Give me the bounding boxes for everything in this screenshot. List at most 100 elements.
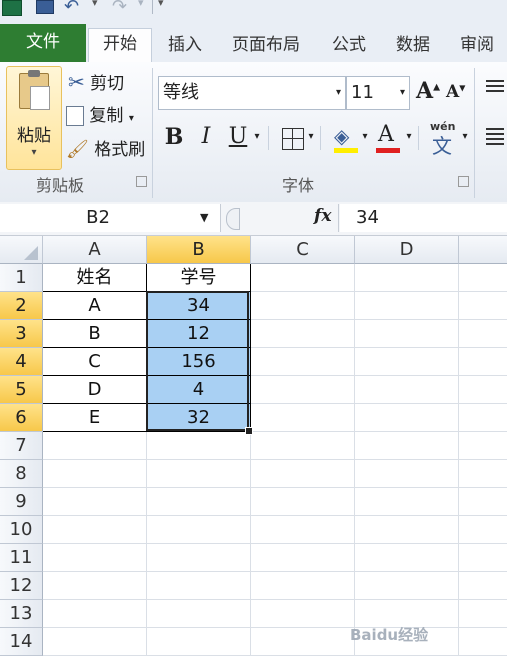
cell-a3[interactable]: B (43, 320, 147, 348)
cell-e11[interactable] (459, 544, 507, 572)
row-header-14[interactable]: 14 (0, 628, 43, 656)
cell-a8[interactable] (43, 460, 147, 488)
font-launcher-icon[interactable] (458, 176, 469, 187)
cell-e7[interactable] (459, 432, 507, 460)
cell-e12[interactable] (459, 572, 507, 600)
column-header-a[interactable]: A (43, 236, 147, 264)
cell-a13[interactable] (43, 600, 147, 628)
customize-qat-icon[interactable]: ▾ (158, 0, 164, 9)
cell-a4[interactable]: C (43, 348, 147, 376)
cell-d1[interactable] (355, 264, 459, 292)
bold-button[interactable]: B (162, 120, 186, 154)
cell-d4[interactable] (355, 348, 459, 376)
italic-button[interactable]: I (194, 120, 218, 154)
borders-icon[interactable] (282, 128, 304, 150)
redo-dropdown-icon[interactable]: ▾ (138, 0, 144, 9)
phonetic-dropdown-icon[interactable]: ▾ (460, 120, 470, 154)
fill-color-icon[interactable]: ◈ (334, 124, 349, 148)
cell-b2[interactable]: 34 (147, 292, 251, 320)
cell-b6[interactable]: 32 (147, 404, 251, 432)
row-header-11[interactable]: 11 (0, 544, 43, 572)
name-box-dropdown-icon[interactable]: ▼ (200, 204, 208, 232)
cell-c6[interactable] (251, 404, 355, 432)
select-all-corner[interactable] (0, 236, 43, 264)
chevron-down-icon[interactable]: ▾ (400, 77, 405, 109)
cell-e10[interactable] (459, 516, 507, 544)
name-box[interactable]: B2 ▼ (0, 204, 221, 232)
formula-input[interactable]: 34 (340, 204, 507, 232)
cell-d10[interactable] (355, 516, 459, 544)
clipboard-launcher-icon[interactable] (136, 176, 147, 187)
cell-a14[interactable] (43, 628, 147, 656)
cell-e4[interactable] (459, 348, 507, 376)
font-color-dropdown-icon[interactable]: ▾ (404, 120, 414, 154)
cell-a12[interactable] (43, 572, 147, 600)
row-header-8[interactable]: 8 (0, 460, 43, 488)
cell-b12[interactable] (147, 572, 251, 600)
cell-a6[interactable]: E (43, 404, 147, 432)
cut-button[interactable]: ✂ 剪切 (68, 68, 124, 96)
cell-a7[interactable] (43, 432, 147, 460)
row-header-4[interactable]: 4 (0, 348, 43, 376)
tab-formulas[interactable]: 公式 (324, 30, 374, 62)
tab-insert[interactable]: 插入 (160, 30, 210, 62)
format-painter-button[interactable]: 🖌 格式刷 (66, 136, 145, 164)
cell-c5[interactable] (251, 376, 355, 404)
cell-d7[interactable] (355, 432, 459, 460)
cell-c14[interactable] (251, 628, 355, 656)
cell-a10[interactable] (43, 516, 147, 544)
cell-e9[interactable] (459, 488, 507, 516)
cell-e13[interactable] (459, 600, 507, 628)
row-header-1[interactable]: 1 (0, 264, 43, 292)
align-left-icon[interactable] (486, 128, 504, 145)
cell-b11[interactable] (147, 544, 251, 572)
row-header-13[interactable]: 13 (0, 600, 43, 628)
row-header-12[interactable]: 12 (0, 572, 43, 600)
row-header-7[interactable]: 7 (0, 432, 43, 460)
column-header-d[interactable]: D (355, 236, 459, 264)
cell-b13[interactable] (147, 600, 251, 628)
cell-d9[interactable] (355, 488, 459, 516)
cell-a11[interactable] (43, 544, 147, 572)
cell-b4[interactable]: 156 (147, 348, 251, 376)
cell-d6[interactable] (355, 404, 459, 432)
cell-e3[interactable] (459, 320, 507, 348)
cell-c7[interactable] (251, 432, 355, 460)
undo-dropdown-icon[interactable]: ▾ (92, 0, 98, 9)
tab-file[interactable]: 文件 (0, 24, 86, 62)
cell-a2[interactable]: A (43, 292, 147, 320)
cell-b7[interactable] (147, 432, 251, 460)
tab-review[interactable]: 审阅 (452, 30, 502, 62)
cell-a9[interactable] (43, 488, 147, 516)
cell-d8[interactable] (355, 460, 459, 488)
cell-b3[interactable]: 12 (147, 320, 251, 348)
row-header-3[interactable]: 3 (0, 320, 43, 348)
cell-b14[interactable] (147, 628, 251, 656)
row-header-10[interactable]: 10 (0, 516, 43, 544)
cell-a1[interactable]: 姓名 (43, 264, 147, 292)
cell-b5[interactable]: 4 (147, 376, 251, 404)
column-header-e[interactable] (459, 236, 507, 264)
underline-button[interactable]: U (226, 120, 250, 154)
font-color-icon[interactable]: A (378, 122, 394, 147)
cell-b9[interactable] (147, 488, 251, 516)
cell-d12[interactable] (355, 572, 459, 600)
shrink-font-icon[interactable]: A▼ (446, 82, 465, 102)
undo-icon[interactable]: ↶ (64, 0, 79, 17)
cell-d5[interactable] (355, 376, 459, 404)
cell-c9[interactable] (251, 488, 355, 516)
cell-c2[interactable] (251, 292, 355, 320)
column-header-b[interactable]: B (147, 236, 251, 264)
cell-c3[interactable] (251, 320, 355, 348)
cell-c10[interactable] (251, 516, 355, 544)
tab-home[interactable]: 开始 (88, 28, 152, 63)
cell-c13[interactable] (251, 600, 355, 628)
borders-dropdown-icon[interactable]: ▾ (306, 120, 316, 154)
phonetic-guide-icon[interactable]: 文 (432, 130, 452, 159)
cell-b10[interactable] (147, 516, 251, 544)
align-top-icon[interactable] (486, 80, 504, 92)
cell-e2[interactable] (459, 292, 507, 320)
cell-e8[interactable] (459, 460, 507, 488)
underline-dropdown-icon[interactable]: ▾ (252, 120, 262, 154)
copy-dropdown-icon[interactable]: ▾ (129, 113, 134, 124)
